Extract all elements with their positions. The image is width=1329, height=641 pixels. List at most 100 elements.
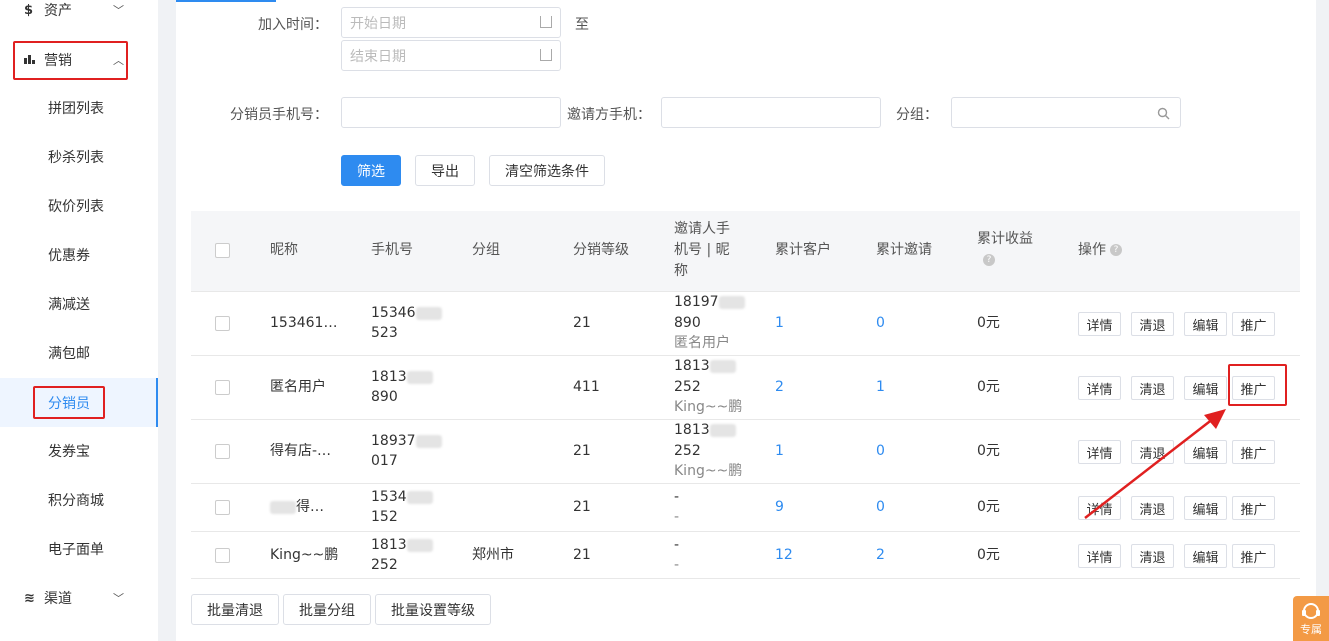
bulk-level-button[interactable]: 批量设置等级 [375, 594, 491, 625]
customer-service-label: 专属 [1300, 623, 1322, 636]
nickname-cell: 得… [270, 497, 324, 517]
promote-button[interactable]: 推广 [1232, 312, 1275, 336]
clear-filters-button[interactable]: 清空筛选条件 [489, 155, 605, 186]
sidebar-item-channels[interactable]: ≋ 渠道 ﹀ [0, 578, 158, 618]
sidebar-sub-discount[interactable]: 满减送 [0, 284, 158, 324]
invites-link[interactable]: 0 [876, 497, 885, 517]
bulk-clear-button[interactable]: 批量清退 [191, 594, 279, 625]
col-inviter-line3: 称 [674, 263, 688, 279]
inviter-cell-a: - [674, 537, 680, 553]
promote-button[interactable]: 推广 [1232, 496, 1275, 520]
inviter-text: 18197 [674, 294, 719, 310]
clear-button[interactable]: 清退 [1131, 376, 1174, 400]
inviter-text: 1813 [674, 422, 710, 438]
row-checkbox[interactable] [215, 380, 230, 395]
level-cell: 21 [573, 547, 591, 563]
row-checkbox[interactable] [215, 500, 230, 515]
group-label: 分组： [896, 107, 938, 123]
phone-cell-a: 18937 [371, 431, 442, 451]
inviter-cell-a: 18197 [674, 292, 745, 312]
phone-cell-b: 152 [371, 509, 398, 525]
phone-cell-a: 1534 [371, 487, 433, 507]
col-level: 分销等级 [573, 242, 629, 258]
phone-cell-b: 523 [371, 325, 398, 341]
sidebar-sub-points-mall[interactable]: 积分商城 [0, 480, 158, 520]
customer-service-widget[interactable]: 专属 [1293, 596, 1329, 641]
col-inviter-line2: 机号 | 昵 [674, 242, 730, 258]
export-button[interactable]: 导出 [415, 155, 475, 186]
clear-button[interactable]: 清退 [1131, 312, 1174, 336]
inviter-phone-input[interactable] [661, 97, 881, 128]
inviter-text: 1813 [674, 358, 710, 374]
calendar-icon [540, 49, 552, 61]
start-date-input[interactable]: 开始日期 [341, 7, 561, 38]
sidebar-sub-flashsale[interactable]: 秒杀列表 [0, 137, 158, 177]
invites-link[interactable]: 1 [876, 377, 885, 397]
edit-button[interactable]: 编辑 [1184, 312, 1227, 336]
sidebar-sub-groupbuy[interactable]: 拼团列表 [0, 88, 158, 128]
masked-text [270, 500, 296, 514]
level-cell: 411 [573, 379, 600, 395]
edit-button[interactable]: 编辑 [1184, 544, 1227, 568]
phone-text: 1813 [371, 369, 407, 385]
customers-link[interactable]: 1 [775, 313, 784, 333]
invites-link[interactable]: 2 [876, 545, 885, 565]
customers-link[interactable]: 1 [775, 441, 784, 461]
promote-button[interactable]: 推广 [1232, 376, 1275, 400]
table-header: 昵称 手机号 分组 分销等级 邀请人手 机号 | 昵 称 累计客户 累计邀请 累… [191, 211, 1300, 291]
customers-link[interactable]: 9 [775, 497, 784, 517]
help-icon[interactable]: ? [983, 254, 995, 266]
col-inviter-line1: 邀请人手 [674, 221, 730, 237]
sidebar-sub-bargain[interactable]: 砍价列表 [0, 186, 158, 226]
row-checkbox[interactable] [215, 548, 230, 563]
select-all-checkbox[interactable] [215, 243, 230, 258]
row-checkbox[interactable] [215, 316, 230, 331]
sidebar-item-marketing[interactable]: 营销 ︿ [0, 40, 158, 80]
distributor-phone-input[interactable] [341, 97, 561, 128]
inviter-cell-c: King~~鹏 [674, 463, 743, 479]
clear-button[interactable]: 清退 [1131, 544, 1174, 568]
chevron-up-icon: ︿ [113, 54, 124, 67]
chevron-down-icon: ﹀ [113, 4, 124, 17]
inviter-cell-b: - [674, 557, 680, 573]
customers-link[interactable]: 2 [775, 377, 784, 397]
sidebar-item-label: 资产 [44, 3, 72, 19]
col-income: 累计收益 [977, 231, 1033, 247]
income-cell: 0元 [977, 443, 1000, 459]
help-icon[interactable]: ? [1110, 244, 1122, 256]
nickname-cell: 匿名用户 [270, 379, 326, 395]
end-date-input[interactable]: 结束日期 [341, 40, 561, 71]
group-select[interactable] [951, 97, 1181, 128]
sidebar-item-assets[interactable]: $ 资产 ﹀ [0, 0, 158, 30]
masked-text [709, 423, 736, 437]
detail-button[interactable]: 详情 [1078, 376, 1121, 400]
sidebar: $ 资产 ﹀ 营销 ︿ 拼团列表 秒杀列表 砍价列表 优惠券 满减送 满包邮 分… [0, 0, 158, 641]
detail-button[interactable]: 详情 [1078, 544, 1121, 568]
sidebar-sub-freeship[interactable]: 满包邮 [0, 333, 158, 373]
join-time-label: 加入时间： [258, 17, 328, 33]
phone-cell-a: 1813 [371, 367, 433, 387]
promote-button[interactable]: 推广 [1232, 544, 1275, 568]
customers-link[interactable]: 12 [775, 545, 793, 565]
inviter-cell-a: 1813 [674, 420, 736, 440]
invites-link[interactable]: 0 [876, 313, 885, 333]
sidebar-sub-e-waybill[interactable]: 电子面单 [0, 529, 158, 569]
tab-indicator [176, 0, 276, 2]
bulk-group-button[interactable]: 批量分组 [283, 594, 371, 625]
masked-text [709, 359, 736, 373]
edit-button[interactable]: 编辑 [1184, 376, 1227, 400]
sidebar-sub-coupon-treasure[interactable]: 发券宝 [0, 431, 158, 471]
layers-icon: ≋ [24, 590, 35, 606]
promote-button[interactable]: 推广 [1232, 440, 1275, 464]
sidebar-sub-distributor[interactable]: 分销员 [0, 378, 158, 427]
detail-button[interactable]: 详情 [1078, 312, 1121, 336]
row-checkbox[interactable] [215, 444, 230, 459]
income-cell: 0元 [977, 499, 1000, 515]
table-row: 153461… 15346 523 21 18197 890 匿名用户 1 0 … [191, 291, 1300, 355]
inviter-cell-b: 252 [674, 379, 701, 395]
sidebar-sub-coupon[interactable]: 优惠券 [0, 235, 158, 275]
invites-link[interactable]: 0 [876, 441, 885, 461]
income-cell: 0元 [977, 315, 1000, 331]
phone-cell-b: 890 [371, 389, 398, 405]
filter-button[interactable]: 筛选 [341, 155, 401, 186]
